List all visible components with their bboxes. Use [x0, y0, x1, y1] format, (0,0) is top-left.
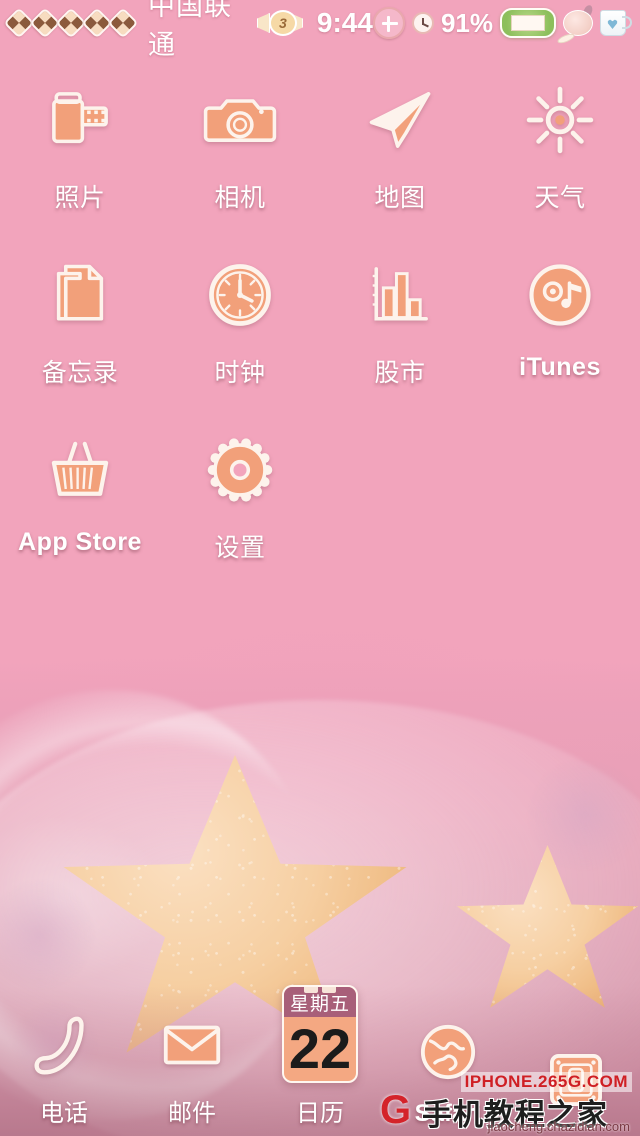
app-cd-music-note[interactable]: iTunes	[480, 247, 640, 422]
dock-globe[interactable]: Safari	[384, 986, 512, 1136]
candy-checker-icon	[55, 7, 87, 39]
globe-icon[interactable]	[410, 1014, 486, 1090]
app-label: 照片	[54, 183, 106, 212]
carrier-name: 中国联通	[148, 0, 232, 61]
candy-wrapper-icon: 3	[256, 10, 303, 36]
app-bar-chart[interactable]: 股市	[320, 247, 480, 422]
dock-ipod[interactable]	[512, 986, 640, 1136]
app-label: 天气	[534, 183, 586, 212]
candy-checker-icon	[3, 7, 35, 39]
battery-percentage: 91%	[440, 7, 493, 38]
calendar-day-number: 22	[288, 1017, 352, 1080]
dock: 电话 邮件 星期五 22 日历 Safari	[0, 985, 640, 1136]
candy-checker-icon	[29, 7, 61, 39]
status-bar-right: 91%	[372, 3, 632, 46]
battery-fill	[511, 15, 545, 31]
spoon-shape	[556, 31, 576, 46]
floral-pattern	[520, 760, 640, 870]
app-label: 设置	[214, 533, 266, 562]
film-roll-icon[interactable]	[38, 78, 122, 162]
macaron-body	[563, 10, 593, 36]
alarm-clock-icon	[411, 12, 434, 34]
matcha-cookie-battery-icon	[500, 8, 556, 38]
clock-face-icon[interactable]	[198, 253, 282, 337]
app-label: 相机	[214, 183, 266, 212]
bar-chart-icon[interactable]	[358, 253, 442, 337]
app-paper-plane[interactable]: 地图	[320, 72, 480, 247]
cd-music-note-icon[interactable]	[518, 253, 602, 337]
app-label: 备忘录	[41, 358, 119, 387]
app-label: 股市	[374, 358, 426, 387]
dock-label: 电话	[40, 1099, 88, 1127]
macaron-spoon-icon	[556, 3, 594, 46]
dock-label: 日历	[296, 1099, 344, 1127]
app-label: 时钟	[214, 358, 266, 387]
paper-plane-icon[interactable]	[358, 78, 442, 162]
app-label: 地图	[374, 183, 426, 212]
dock-envelope[interactable]: 邮件	[128, 986, 256, 1136]
app-grid: 照片 相机 地图 天气备忘录 时钟 股市 iTunes App Store 设置	[0, 72, 640, 597]
app-shopping-basket[interactable]: App Store	[0, 422, 160, 597]
status-bar: 中国联通 3 9:44 91%	[0, 0, 640, 61]
documents-icon[interactable]	[38, 253, 122, 337]
heart-mug-icon	[600, 8, 632, 38]
phone-handset-icon[interactable]	[26, 1007, 102, 1083]
app-sun[interactable]: 天气	[480, 72, 640, 247]
dock-label: 邮件	[168, 1099, 216, 1127]
calendar-tab	[322, 987, 336, 993]
app-film-roll[interactable]: 照片	[0, 72, 160, 247]
app-documents[interactable]: 备忘录	[0, 247, 160, 422]
calendar-tab	[304, 987, 318, 993]
calendar-weekday: 星期五	[284, 987, 356, 1017]
candy-checker-icon	[107, 7, 139, 39]
calendar-widget[interactable]: 星期五 22	[282, 985, 358, 1083]
app-gear[interactable]: 设置	[160, 422, 320, 597]
status-clock: 9:44	[316, 7, 373, 38]
network-type-label: 3	[268, 10, 297, 36]
calendar-icon[interactable]: 星期五 22	[282, 985, 358, 1083]
sun-icon[interactable]	[518, 78, 602, 162]
status-bar-left: 中国联通 3 9:44	[3, 0, 373, 62]
candy-checker-icon	[81, 7, 113, 39]
mug-handle	[622, 16, 632, 29]
ipod-icon[interactable]	[538, 1042, 614, 1118]
dock-label: Safari	[414, 1100, 482, 1127]
camera-icon[interactable]	[198, 78, 282, 162]
signal-strength-indicator	[3, 7, 139, 39]
circle-plus-icon	[372, 7, 405, 39]
dock-phone-handset[interactable]: 电话	[0, 986, 128, 1136]
app-label: iTunes	[519, 353, 601, 381]
app-label: App Store	[18, 528, 142, 556]
home-screen: 中国联通 3 9:44 91% 照片 相机 地图 天气 备忘录 时钟 股市 iT…	[0, 0, 640, 1136]
shopping-basket-icon[interactable]	[38, 428, 122, 512]
app-camera[interactable]: 相机	[160, 72, 320, 247]
dock-calendar[interactable]: 星期五 22 日历	[256, 985, 384, 1136]
gear-icon[interactable]	[198, 428, 282, 512]
app-clock-face[interactable]: 时钟	[160, 247, 320, 422]
envelope-icon[interactable]	[154, 1007, 230, 1083]
